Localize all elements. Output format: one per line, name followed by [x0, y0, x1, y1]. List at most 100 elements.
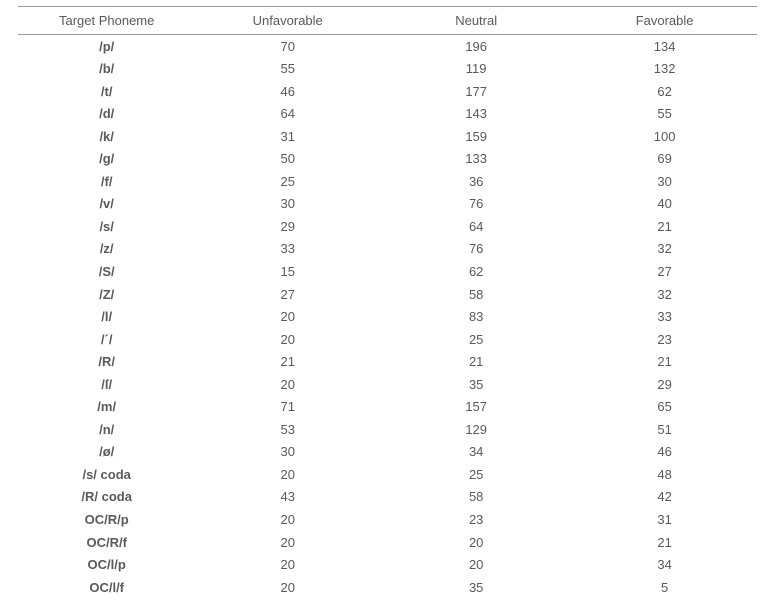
- cell-phoneme: OC/R/p: [18, 508, 195, 531]
- table-row: /R/ coda435842: [18, 486, 757, 509]
- cell-phoneme: /R/: [18, 351, 195, 374]
- cell-neutral: 58: [380, 283, 572, 306]
- cell-unfavorable: 20: [195, 508, 380, 531]
- phoneme-table: Target Phoneme Unfavorable Neutral Favor…: [18, 6, 757, 599]
- cell-unfavorable: 21: [195, 351, 380, 374]
- cell-phoneme: /ø/: [18, 441, 195, 464]
- cell-unfavorable: 20: [195, 554, 380, 577]
- cell-neutral: 177: [380, 80, 572, 103]
- table-row: OC/R/f202021: [18, 531, 757, 554]
- cell-neutral: 64: [380, 215, 572, 238]
- cell-neutral: 35: [380, 373, 572, 396]
- cell-favorable: 48: [572, 463, 757, 486]
- table-row: /s/ coda202548: [18, 463, 757, 486]
- cell-phoneme: /b/: [18, 58, 195, 81]
- cell-phoneme: /ſ/: [18, 373, 195, 396]
- cell-neutral: 25: [380, 328, 572, 351]
- cell-unfavorable: 20: [195, 576, 380, 599]
- table-row: /s/296421: [18, 215, 757, 238]
- table-row: /n/5312951: [18, 418, 757, 441]
- cell-unfavorable: 33: [195, 238, 380, 261]
- table-row: /l/208333: [18, 306, 757, 329]
- cell-phoneme: /n/: [18, 418, 195, 441]
- table-row: OC/l/f20355: [18, 576, 757, 599]
- cell-favorable: 40: [572, 193, 757, 216]
- cell-phoneme: /k/: [18, 125, 195, 148]
- cell-favorable: 69: [572, 148, 757, 171]
- table-row: /d/6414355: [18, 103, 757, 126]
- cell-unfavorable: 43: [195, 486, 380, 509]
- cell-neutral: 133: [380, 148, 572, 171]
- cell-neutral: 23: [380, 508, 572, 531]
- table-row: /b/55119132: [18, 58, 757, 81]
- cell-unfavorable: 70: [195, 35, 380, 58]
- table-row: /ſ/203529: [18, 373, 757, 396]
- cell-unfavorable: 30: [195, 193, 380, 216]
- cell-unfavorable: 50: [195, 148, 380, 171]
- table-row: /f/253630: [18, 170, 757, 193]
- cell-favorable: 21: [572, 531, 757, 554]
- cell-favorable: 55: [572, 103, 757, 126]
- cell-neutral: 20: [380, 531, 572, 554]
- cell-favorable: 32: [572, 283, 757, 306]
- cell-favorable: 34: [572, 554, 757, 577]
- col-header-favorable: Favorable: [572, 7, 757, 35]
- cell-favorable: 62: [572, 80, 757, 103]
- cell-phoneme: /m/: [18, 396, 195, 419]
- table-row: /Z/275832: [18, 283, 757, 306]
- table-row: /g/5013369: [18, 148, 757, 171]
- table-row: /S/156227: [18, 260, 757, 283]
- cell-favorable: 46: [572, 441, 757, 464]
- cell-favorable: 21: [572, 215, 757, 238]
- cell-favorable: 33: [572, 306, 757, 329]
- cell-unfavorable: 53: [195, 418, 380, 441]
- cell-neutral: 25: [380, 463, 572, 486]
- table-header-row: Target Phoneme Unfavorable Neutral Favor…: [18, 7, 757, 35]
- cell-phoneme: OC/R/f: [18, 531, 195, 554]
- cell-favorable: 32: [572, 238, 757, 261]
- cell-phoneme: /Z/: [18, 283, 195, 306]
- cell-unfavorable: 31: [195, 125, 380, 148]
- col-header-phoneme: Target Phoneme: [18, 7, 195, 35]
- cell-favorable: 21: [572, 351, 757, 374]
- cell-favorable: 100: [572, 125, 757, 148]
- cell-unfavorable: 15: [195, 260, 380, 283]
- cell-phoneme: /p/: [18, 35, 195, 58]
- cell-neutral: 76: [380, 193, 572, 216]
- cell-unfavorable: 30: [195, 441, 380, 464]
- cell-unfavorable: 29: [195, 215, 380, 238]
- cell-neutral: 34: [380, 441, 572, 464]
- cell-unfavorable: 20: [195, 373, 380, 396]
- cell-favorable: 134: [572, 35, 757, 58]
- table-row: /z/337632: [18, 238, 757, 261]
- cell-favorable: 5: [572, 576, 757, 599]
- cell-favorable: 65: [572, 396, 757, 419]
- cell-neutral: 196: [380, 35, 572, 58]
- cell-unfavorable: 20: [195, 531, 380, 554]
- cell-phoneme: /s/ coda: [18, 463, 195, 486]
- cell-neutral: 21: [380, 351, 572, 374]
- cell-phoneme: /d/: [18, 103, 195, 126]
- table-row: /v/307640: [18, 193, 757, 216]
- table-body: /p/70196134 /b/55119132 /t/4617762 /d/64…: [18, 35, 757, 599]
- cell-phoneme: /´/: [18, 328, 195, 351]
- cell-phoneme: /s/: [18, 215, 195, 238]
- table-row: /ø/303446: [18, 441, 757, 464]
- cell-unfavorable: 20: [195, 328, 380, 351]
- cell-unfavorable: 64: [195, 103, 380, 126]
- cell-phoneme: /f/: [18, 170, 195, 193]
- cell-unfavorable: 27: [195, 283, 380, 306]
- cell-phoneme: /v/: [18, 193, 195, 216]
- cell-neutral: 36: [380, 170, 572, 193]
- table-row: /p/70196134: [18, 35, 757, 58]
- table-row: OC/R/p202331: [18, 508, 757, 531]
- cell-neutral: 58: [380, 486, 572, 509]
- cell-unfavorable: 20: [195, 306, 380, 329]
- cell-favorable: 27: [572, 260, 757, 283]
- col-header-neutral: Neutral: [380, 7, 572, 35]
- phoneme-table-container: Target Phoneme Unfavorable Neutral Favor…: [0, 0, 775, 605]
- cell-neutral: 159: [380, 125, 572, 148]
- cell-neutral: 143: [380, 103, 572, 126]
- table-row: /R/212121: [18, 351, 757, 374]
- cell-neutral: 157: [380, 396, 572, 419]
